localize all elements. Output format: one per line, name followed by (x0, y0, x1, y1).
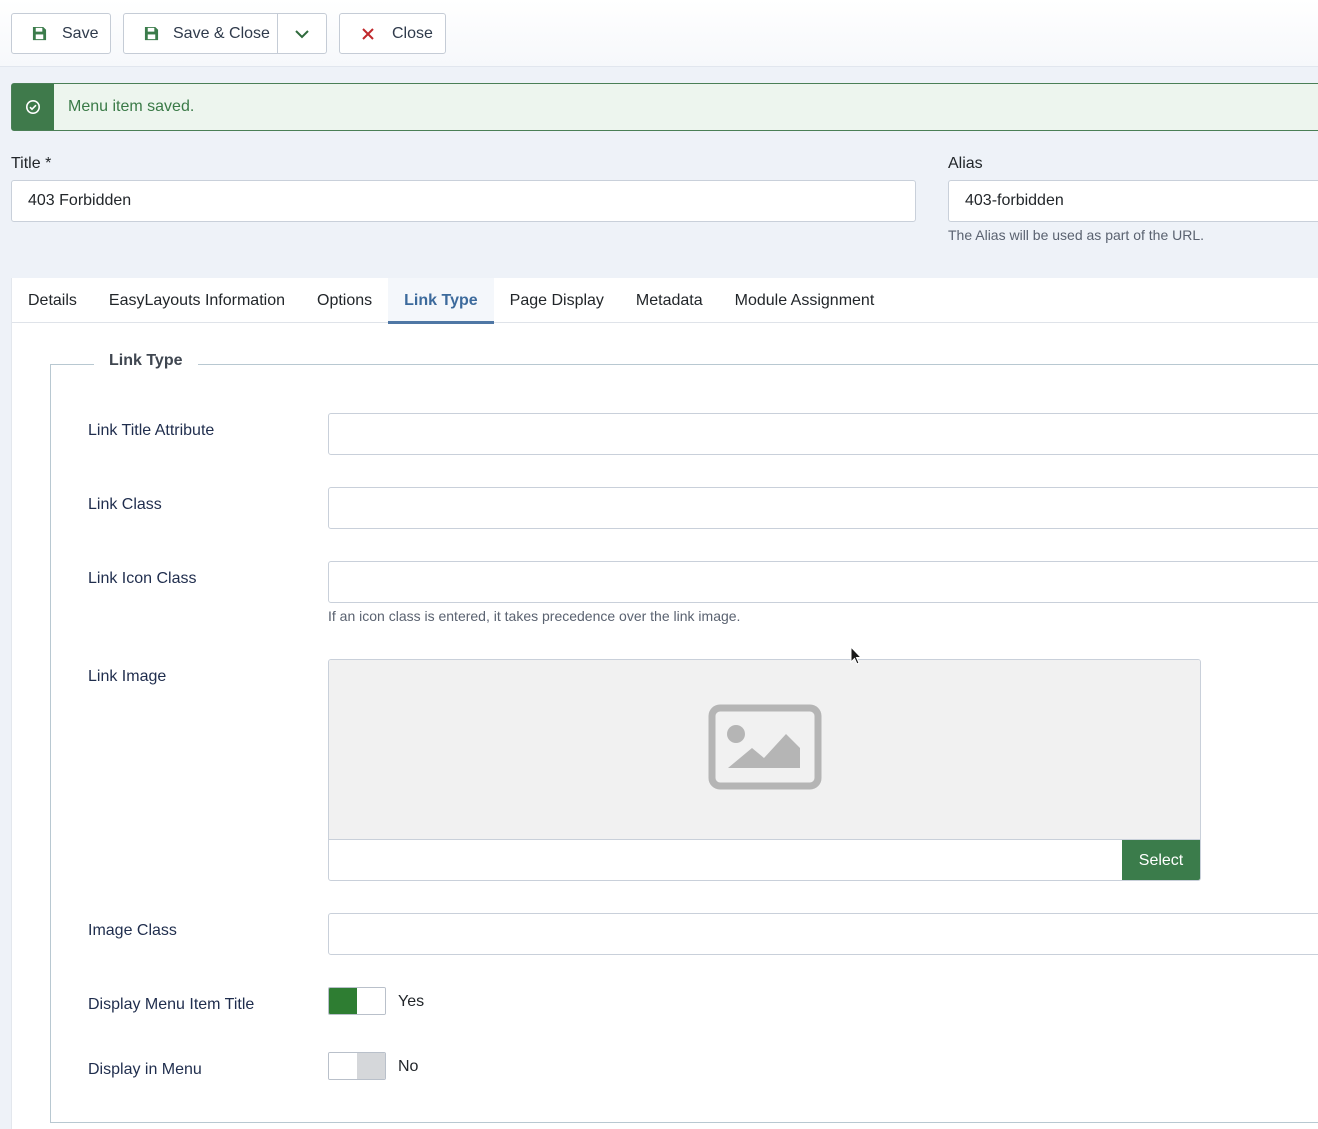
tab-details[interactable]: Details (12, 278, 93, 323)
tab-link-type[interactable]: Link Type (388, 278, 494, 324)
switch-on-half (329, 988, 357, 1014)
floppy-disk-icon (30, 25, 48, 43)
save-button[interactable]: Save (11, 13, 111, 54)
chevron-down-icon (293, 25, 311, 43)
switch-on-half (329, 1053, 357, 1079)
display-menu-item-title-switch[interactable] (328, 987, 386, 1015)
tab-metadata[interactable]: Metadata (620, 278, 719, 323)
image-class-input[interactable] (328, 913, 1318, 955)
image-preview (329, 660, 1200, 840)
close-button-label: Close (392, 24, 433, 42)
display-in-menu-label: Display in Menu (88, 1061, 202, 1078)
fieldset-legend: Link Type (94, 352, 198, 370)
link-image-label: Link Image (88, 668, 167, 685)
link-image-path-input[interactable] (329, 840, 1122, 880)
title-label: Title * (11, 155, 52, 172)
link-title-attribute-label: Link Title Attribute (88, 422, 215, 439)
link-icon-class-hint: If an icon class is entered, it takes pr… (328, 608, 741, 624)
display-in-menu-switch[interactable] (328, 1052, 386, 1080)
display-menu-item-title-label: Display Menu Item Title (88, 996, 255, 1013)
image-class-label: Image Class (88, 922, 177, 939)
floppy-disk-icon (142, 25, 160, 43)
save-close-button[interactable]: Save & Close (123, 13, 278, 54)
alias-hint: The Alias will be used as part of the UR… (948, 227, 1205, 243)
save-button-label: Save (62, 24, 99, 42)
switch-off-half (357, 988, 385, 1014)
tab-options[interactable]: Options (301, 278, 388, 323)
mouse-cursor-icon (850, 645, 863, 671)
link-title-attribute-input[interactable] (328, 413, 1318, 455)
success-alert: Menu item saved. (11, 83, 1318, 131)
alias-input[interactable]: 403-forbidden (948, 180, 1318, 222)
tab-easylayouts-information[interactable]: EasyLayouts Information (93, 278, 301, 323)
tab-bar: Details EasyLayouts Information Options … (12, 278, 1318, 324)
link-icon-class-label: Link Icon Class (88, 570, 197, 587)
media-controls: Select (329, 840, 1200, 880)
display-in-menu-value: No (398, 1058, 419, 1075)
switch-off-half (357, 1053, 385, 1079)
select-image-button[interactable]: Select (1122, 840, 1200, 880)
alert-message: Menu item saved. (68, 98, 195, 115)
save-options-dropdown-button[interactable] (277, 13, 327, 54)
link-class-label: Link Class (88, 496, 162, 513)
display-menu-item-title-value: Yes (398, 993, 425, 1010)
link-icon-class-input[interactable] (328, 561, 1318, 603)
check-circle-icon (12, 84, 54, 130)
save-close-button-label: Save & Close (173, 24, 270, 42)
tab-page-display[interactable]: Page Display (494, 278, 620, 323)
close-icon (359, 25, 377, 43)
alias-label: Alias (948, 155, 983, 172)
title-input[interactable]: 403 Forbidden (11, 180, 916, 222)
link-image-media-field: Select (328, 659, 1201, 881)
close-button[interactable]: Close (339, 13, 446, 54)
image-placeholder-icon (708, 704, 822, 795)
link-class-input[interactable] (328, 487, 1318, 529)
toolbar: Save Save & Close Close (0, 0, 1318, 67)
tab-module-assignment[interactable]: Module Assignment (719, 278, 891, 323)
